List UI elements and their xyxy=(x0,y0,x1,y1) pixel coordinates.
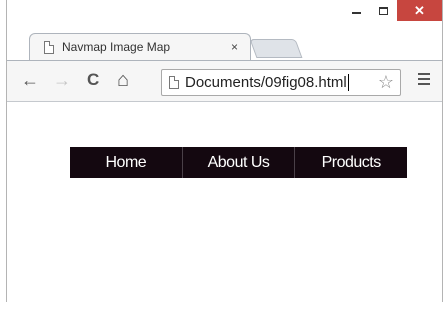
browser-tab[interactable]: Navmap Image Map × xyxy=(29,33,251,60)
url-value: Documents/09fig08.html xyxy=(185,73,347,91)
back-button[interactable]: ← xyxy=(21,70,39,90)
tab-close-button[interactable]: × xyxy=(231,40,238,54)
title-bar: ✕ Navmap Image Map × xyxy=(7,0,442,60)
forward-button[interactable]: → xyxy=(53,70,71,90)
minimize-icon xyxy=(352,12,361,14)
page-icon xyxy=(169,76,179,89)
browser-window: ✕ Navmap Image Map × ← → C ⌂ Documents/0… xyxy=(6,0,443,302)
page-content: Home About Us Products xyxy=(7,103,442,302)
text-caret xyxy=(347,74,349,92)
close-window-button[interactable]: ✕ xyxy=(397,0,442,21)
nav-link-products[interactable]: Products xyxy=(295,147,407,178)
nav-link-about-us[interactable]: About Us xyxy=(183,147,296,178)
maximize-button[interactable] xyxy=(370,0,397,21)
tab-title: Navmap Image Map xyxy=(62,40,171,54)
menu-icon[interactable] xyxy=(418,73,430,88)
address-bar[interactable]: Documents/09fig08.html ☆ xyxy=(161,69,401,96)
reload-button[interactable]: C xyxy=(87,70,99,90)
minimize-button[interactable] xyxy=(343,0,370,21)
window-controls: ✕ xyxy=(343,0,442,21)
new-tab-button[interactable] xyxy=(249,39,303,58)
close-icon: ✕ xyxy=(414,2,425,18)
url-text[interactable]: Documents/09fig08.html xyxy=(185,74,378,92)
navmap-image-map: Home About Us Products xyxy=(70,147,407,178)
home-button[interactable]: ⌂ xyxy=(117,70,129,90)
page-icon xyxy=(44,40,54,54)
browser-toolbar: ← → C ⌂ Documents/09fig08.html ☆ xyxy=(7,60,442,102)
bookmark-star-icon[interactable]: ☆ xyxy=(378,72,394,93)
maximize-icon xyxy=(379,6,388,15)
nav-link-home[interactable]: Home xyxy=(70,147,183,178)
